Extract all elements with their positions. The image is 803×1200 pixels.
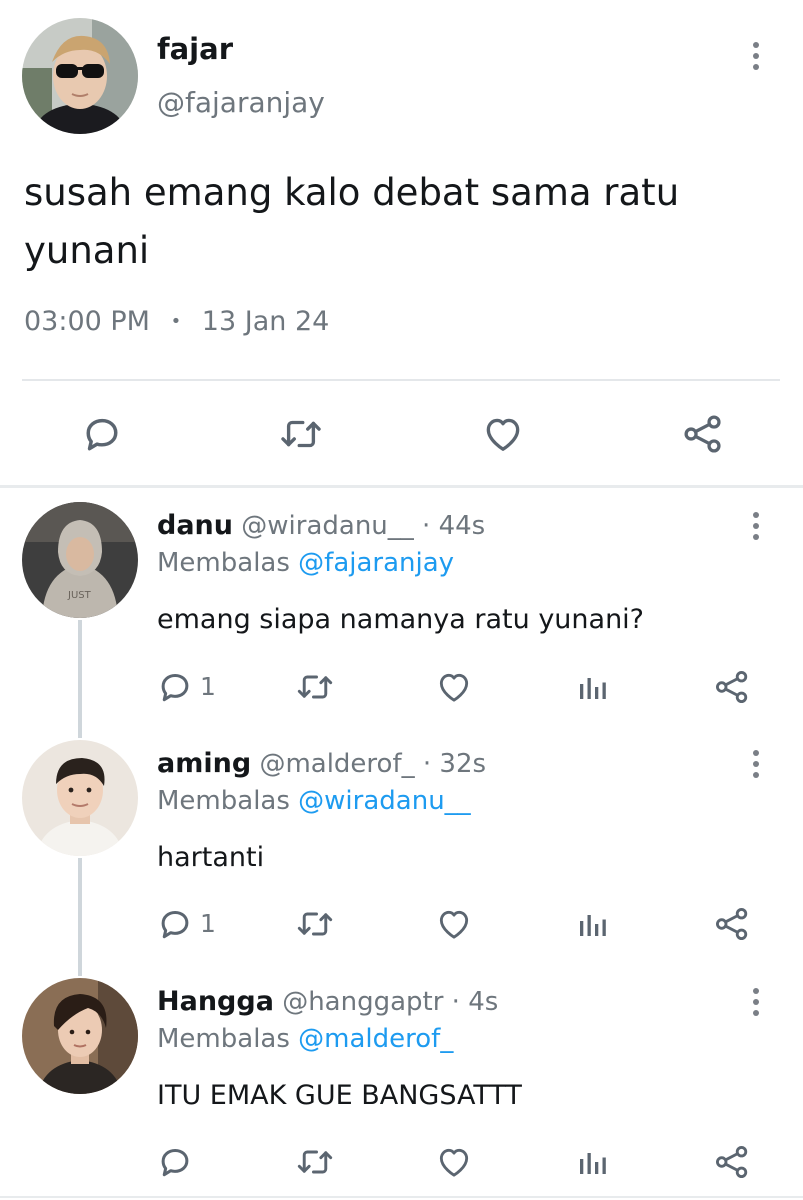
reply-author-name[interactable]: danu <box>157 510 233 541</box>
reply-author-handle[interactable]: @hanggaptr <box>282 987 443 1017</box>
retweet-icon[interactable] <box>295 668 335 706</box>
heart-icon[interactable] <box>480 412 526 456</box>
thread-line <box>78 858 82 976</box>
reply-time[interactable]: · 32s <box>423 749 486 779</box>
author-handle[interactable]: @fajaranjay <box>157 86 325 119</box>
reply-icon[interactable] <box>156 1143 194 1181</box>
share-icon[interactable] <box>680 412 726 456</box>
replying-to-link[interactable]: @fajaranjay <box>298 548 454 578</box>
reply-time[interactable]: · 44s <box>422 511 485 541</box>
replying-to-link[interactable]: @malderof_ <box>298 1024 453 1054</box>
tweet-text: susah emang kalo debat sama ratu yunani <box>24 171 680 272</box>
more-options-icon[interactable] <box>751 512 761 540</box>
share-icon[interactable] <box>712 668 752 706</box>
analytics-icon[interactable] <box>574 905 610 943</box>
thread-line <box>78 620 82 738</box>
replying-to: Membalas @malderof_ <box>157 1024 453 1054</box>
avatar-aming[interactable] <box>22 740 138 856</box>
reply-icon[interactable] <box>156 905 194 943</box>
reply-icon[interactable] <box>80 412 124 456</box>
reply-header: aming @malderof_ · 32s <box>157 748 486 779</box>
svg-text:JUST: JUST <box>67 590 92 601</box>
retweet-icon[interactable] <box>278 412 324 456</box>
avatar-danu[interactable]: JUST <box>22 502 138 618</box>
retweet-icon[interactable] <box>295 905 335 943</box>
replying-prefix: Membalas <box>157 1024 290 1054</box>
analytics-icon[interactable] <box>574 1143 610 1181</box>
reply-time[interactable]: · 4s <box>452 987 499 1017</box>
more-options-icon[interactable] <box>751 988 761 1016</box>
replying-prefix: Membalas <box>157 786 290 816</box>
replying-to: Membalas @fajaranjay <box>157 548 454 578</box>
heart-icon[interactable] <box>434 1143 474 1181</box>
reply-count: 1 <box>200 672 216 701</box>
replying-to-link[interactable]: @wiradanu__ <box>298 786 471 816</box>
replying-to: Membalas @wiradanu__ <box>157 786 471 816</box>
reply-text: hartanti <box>157 842 265 873</box>
divider <box>0 1196 803 1198</box>
reply-icon[interactable] <box>156 668 194 706</box>
tweet-time[interactable]: 03:00 PM <box>24 306 150 337</box>
avatar-fajar[interactable] <box>22 18 138 134</box>
heart-icon[interactable] <box>434 905 474 943</box>
divider <box>0 485 803 488</box>
divider <box>22 379 780 381</box>
replying-prefix: Membalas <box>157 548 290 578</box>
reply-header: danu @wiradanu__ · 44s <box>157 510 485 541</box>
avatar-hangga[interactable] <box>22 978 138 1094</box>
tweet-timestamp-row: 03:00 PM • 13 Jan 24 <box>24 306 329 337</box>
reply-author-handle[interactable]: @wiradanu__ <box>241 511 414 541</box>
more-options-icon[interactable] <box>751 42 761 70</box>
reply-author-name[interactable]: Hangga <box>157 986 274 1017</box>
timestamp-separator: • <box>170 311 182 332</box>
reply-author-name[interactable]: aming <box>157 748 251 779</box>
reply-author-handle[interactable]: @malderof_ <box>259 749 414 779</box>
analytics-icon[interactable] <box>574 668 610 706</box>
retweet-icon[interactable] <box>295 1143 335 1181</box>
share-icon[interactable] <box>712 905 752 943</box>
author-name[interactable]: fajar <box>157 32 233 66</box>
reply-text: emang siapa namanya ratu yunani? <box>157 604 645 635</box>
tweet-date[interactable]: 13 Jan 24 <box>202 306 330 337</box>
reply-text: ITU EMAK GUE BANGSATTT <box>157 1080 522 1111</box>
heart-icon[interactable] <box>434 668 474 706</box>
reply-header: Hangga @hanggaptr · 4s <box>157 986 498 1017</box>
more-options-icon[interactable] <box>751 750 761 778</box>
reply-count: 1 <box>200 909 216 938</box>
share-icon[interactable] <box>712 1143 752 1181</box>
